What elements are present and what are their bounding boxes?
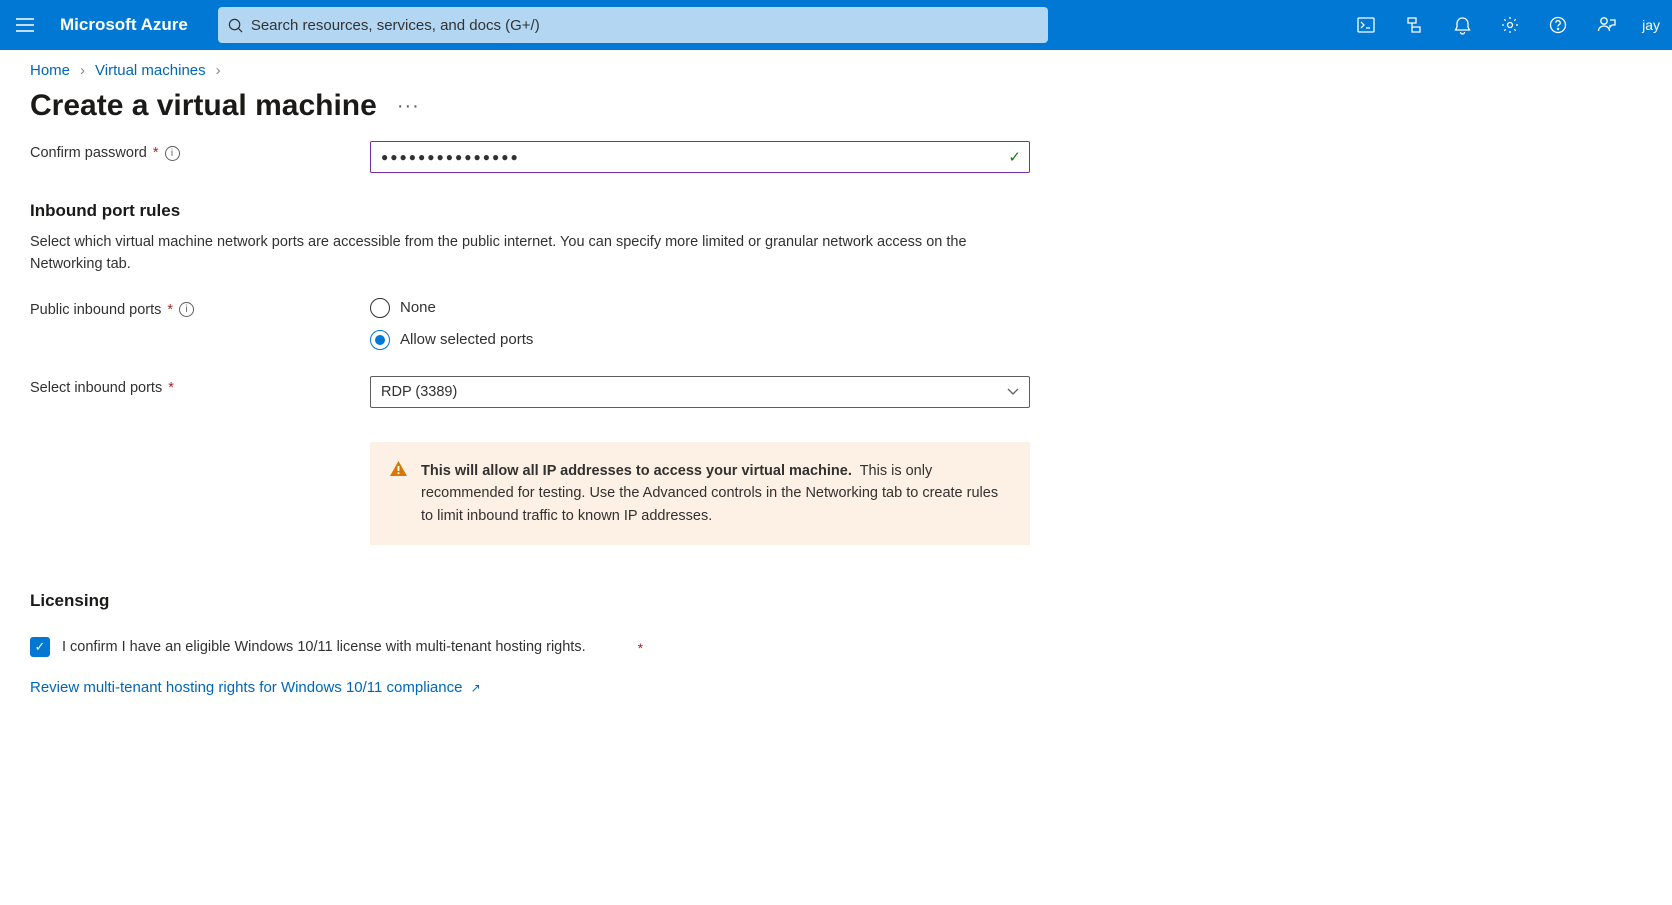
cloud-shell-icon[interactable]	[1342, 0, 1390, 50]
breadcrumb-vm[interactable]: Virtual machines	[95, 62, 206, 79]
header-icons: jay	[1342, 0, 1672, 50]
inbound-rules-heading: Inbound port rules	[30, 201, 1050, 221]
warning-box: This will allow all IP addresses to acce…	[370, 442, 1030, 545]
license-checkbox[interactable]: ✓	[30, 637, 50, 657]
warning-text: This will allow all IP addresses to acce…	[421, 460, 1010, 527]
valid-check-icon: ✓	[1008, 148, 1021, 166]
menu-icon[interactable]	[0, 18, 50, 32]
directories-icon[interactable]	[1390, 0, 1438, 50]
radio-none[interactable]: None	[370, 298, 1030, 318]
required-mark: *	[153, 145, 159, 161]
radio-allow-label: Allow selected ports	[400, 331, 533, 348]
radio-circle	[370, 298, 390, 318]
license-confirm-label: I confirm I have an eligible Windows 10/…	[62, 637, 586, 659]
required-mark: *	[168, 380, 174, 396]
select-inbound-ports-dropdown[interactable]: RDP (3389)	[370, 376, 1030, 408]
review-compliance-link[interactable]: Review multi-tenant hosting rights for W…	[30, 679, 481, 696]
chevron-down-icon	[1007, 388, 1019, 396]
confirm-password-row: Confirm password * i ●●●●●●●●●●●●●●● ✓	[30, 141, 1050, 173]
review-link-text: Review multi-tenant hosting rights for W…	[30, 679, 462, 696]
chevron-right-icon: ›	[80, 62, 85, 79]
breadcrumb-home[interactable]: Home	[30, 62, 70, 79]
search-icon	[228, 18, 243, 33]
brand-logo[interactable]: Microsoft Azure	[50, 15, 208, 35]
required-mark: *	[638, 640, 643, 656]
search-box[interactable]	[218, 7, 1048, 43]
public-inbound-ports-row: Public inbound ports * i None Allow sele…	[30, 298, 1050, 350]
select-inbound-ports-label: Select inbound ports	[30, 380, 162, 396]
radio-none-label: None	[400, 299, 436, 316]
public-ports-radio-group: None Allow selected ports	[370, 298, 1030, 350]
form-area: Confirm password * i ●●●●●●●●●●●●●●● ✓ I…	[30, 141, 1050, 696]
search-wrap	[208, 7, 1342, 43]
confirm-password-label: Confirm password	[30, 145, 147, 161]
review-link-row: Review multi-tenant hosting rights for W…	[30, 679, 1050, 696]
info-icon[interactable]: i	[179, 302, 194, 317]
select-inbound-ports-row: Select inbound ports * RDP (3389)	[30, 376, 1050, 408]
help-icon[interactable]	[1534, 0, 1582, 50]
page-title-row: Create a virtual machine ···	[30, 89, 1642, 123]
user-account[interactable]: jay	[1630, 17, 1672, 33]
radio-allow-selected[interactable]: Allow selected ports	[370, 330, 1030, 350]
password-mask: ●●●●●●●●●●●●●●●	[381, 150, 520, 164]
warning-bold: This will allow all IP addresses to acce…	[421, 463, 852, 479]
breadcrumb: Home › Virtual machines ›	[30, 62, 1642, 79]
page-title: Create a virtual machine	[30, 89, 377, 123]
license-confirm-row: ✓ I confirm I have an eligible Windows 1…	[30, 637, 1050, 659]
top-header: Microsoft Azure jay	[0, 0, 1672, 50]
notifications-icon[interactable]	[1438, 0, 1486, 50]
licensing-heading: Licensing	[30, 591, 1050, 611]
main-content: Home › Virtual machines › Create a virtu…	[0, 50, 1672, 726]
select-value: RDP (3389)	[381, 384, 457, 400]
more-icon[interactable]: ···	[397, 95, 420, 118]
warning-row: This will allow all IP addresses to acce…	[30, 418, 1050, 545]
public-inbound-ports-label: Public inbound ports	[30, 302, 161, 318]
external-link-icon: ↗	[471, 681, 481, 695]
feedback-icon[interactable]	[1582, 0, 1630, 50]
info-icon[interactable]: i	[165, 146, 180, 161]
search-input[interactable]	[243, 17, 1038, 34]
settings-icon[interactable]	[1486, 0, 1534, 50]
warning-icon	[390, 461, 407, 477]
confirm-password-input[interactable]: ●●●●●●●●●●●●●●● ✓	[370, 141, 1030, 173]
chevron-right-icon: ›	[216, 62, 221, 79]
inbound-rules-desc: Select which virtual machine network por…	[30, 231, 990, 276]
radio-circle-selected	[370, 330, 390, 350]
required-mark: *	[167, 302, 173, 318]
